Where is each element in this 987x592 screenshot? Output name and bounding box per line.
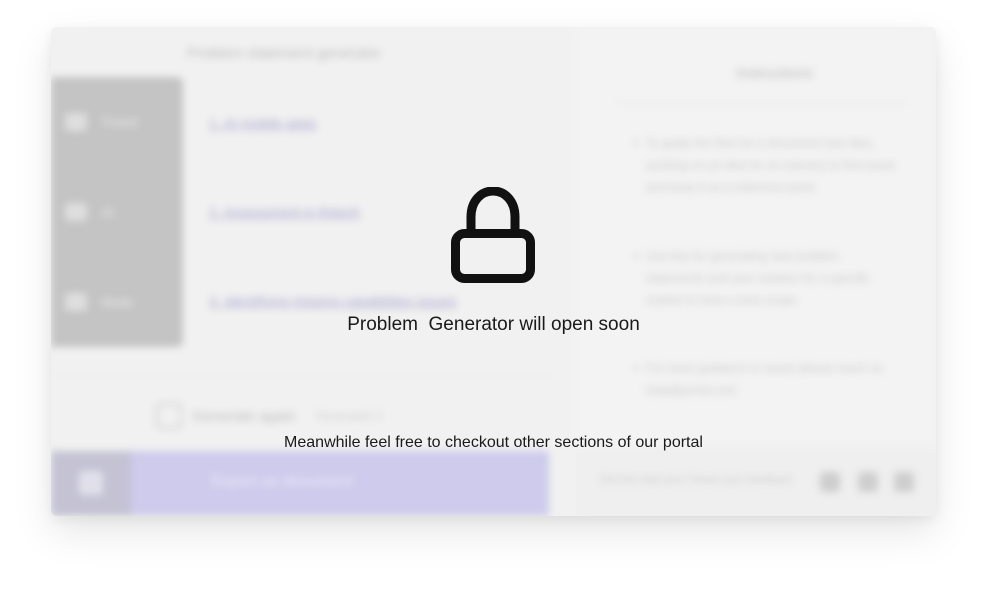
lock-icon [451,187,535,283]
lock-message-subtitle: Meanwhile feel free to checkout other se… [284,434,703,451]
lock-message-title: Problem Generator will open soon [347,314,640,335]
